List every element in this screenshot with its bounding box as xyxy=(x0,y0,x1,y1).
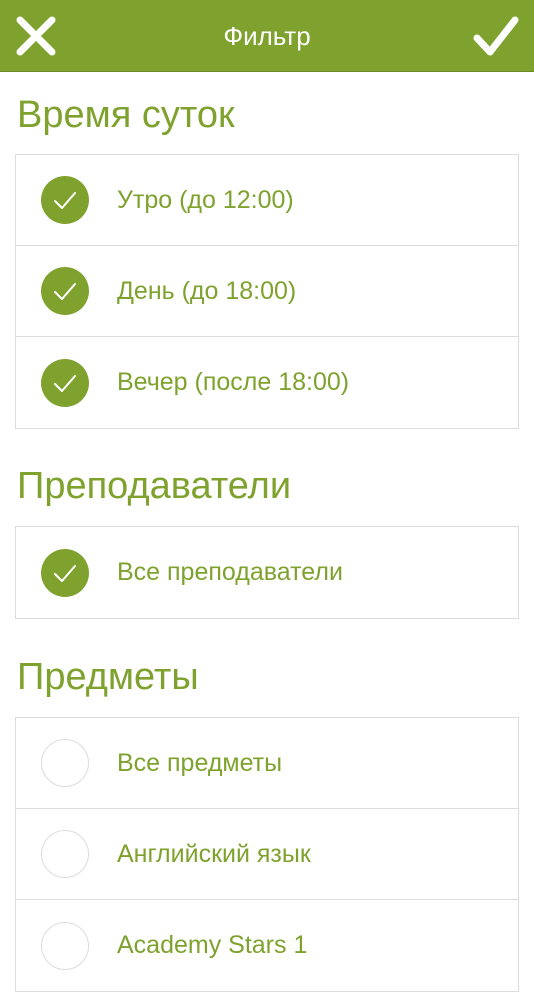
checkbox-unchecked[interactable] xyxy=(41,921,89,970)
section-title-time-of-day: Время суток xyxy=(17,94,235,136)
option-label: Academy Stars 1 xyxy=(117,931,308,959)
subjects-group: Все предметы Английский язык Academy Sta… xyxy=(15,717,519,992)
teachers-group: Все преподаватели xyxy=(15,526,519,619)
checkbox-checked[interactable] xyxy=(41,548,89,597)
checkbox-checked[interactable] xyxy=(41,176,89,224)
section-title-teachers: Преподаватели xyxy=(17,465,292,507)
option-english[interactable]: Английский язык xyxy=(16,809,518,900)
checkbox-unchecked[interactable] xyxy=(41,830,89,878)
time-of-day-group: Утро (до 12:00) День (до 18:00) Вечер (п… xyxy=(15,154,519,429)
option-all-subjects[interactable]: Все предметы xyxy=(16,718,518,809)
checkmark-icon xyxy=(473,16,519,56)
page-title: Фильтр xyxy=(223,21,311,51)
option-evening[interactable]: Вечер (после 18:00) xyxy=(16,337,518,428)
section-title-subjects: Предметы xyxy=(17,656,199,698)
check-icon xyxy=(54,192,76,209)
check-icon xyxy=(54,564,76,582)
check-icon xyxy=(54,374,76,392)
option-label: Английский язык xyxy=(117,840,311,868)
check-icon xyxy=(54,283,76,300)
checkbox-unchecked[interactable] xyxy=(41,739,89,787)
option-academy-stars-1[interactable]: Academy Stars 1 xyxy=(16,900,518,991)
option-all-teachers[interactable]: Все преподаватели xyxy=(16,527,518,618)
checkbox-checked[interactable] xyxy=(41,267,89,315)
option-label: Вечер (после 18:00) xyxy=(117,368,350,396)
option-day[interactable]: День (до 18:00) xyxy=(16,246,518,337)
option-label: Все преподаватели xyxy=(117,558,343,586)
option-label: Все предметы xyxy=(117,749,283,777)
top-bar: Фильтр xyxy=(0,0,534,72)
option-label: Утро (до 12:00) xyxy=(117,186,294,214)
option-morning[interactable]: Утро (до 12:00) xyxy=(16,155,518,246)
checkbox-checked[interactable] xyxy=(41,358,89,407)
confirm-button[interactable] xyxy=(472,12,520,60)
option-label: День (до 18:00) xyxy=(117,277,297,305)
